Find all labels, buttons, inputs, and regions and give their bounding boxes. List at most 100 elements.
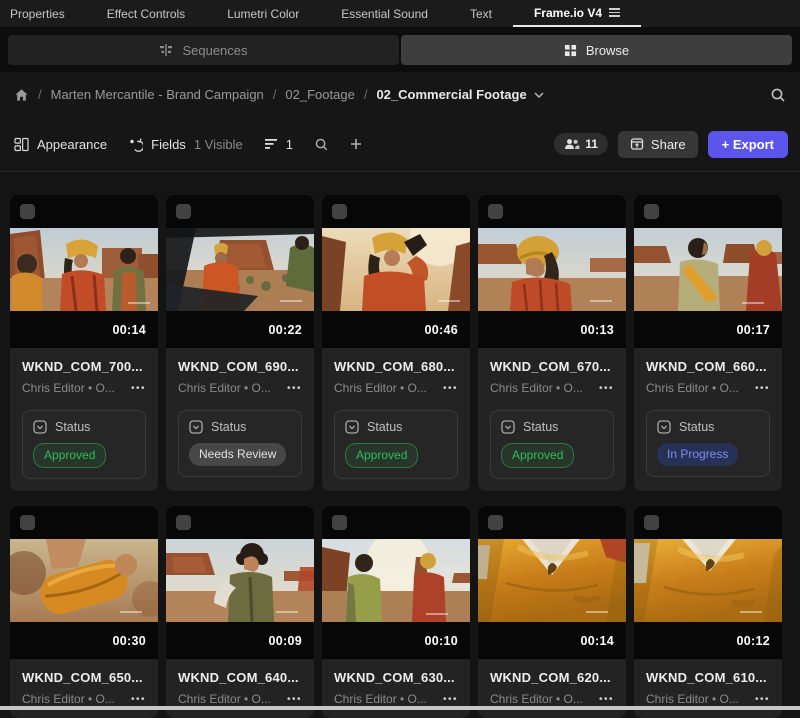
- clip-title[interactable]: WKND_COM_650...: [22, 670, 146, 685]
- clip-title[interactable]: WKND_COM_670...: [490, 359, 614, 374]
- clip-card[interactable]: 00:14 WKND_COM_620... Chris Editor • O..…: [478, 506, 626, 718]
- clip-info: WKND_COM_700... Chris Editor • O... ••• …: [10, 348, 158, 491]
- status-badge[interactable]: Approved: [345, 443, 418, 468]
- select-checkbox[interactable]: [644, 204, 659, 219]
- more-menu-button[interactable]: •••: [287, 694, 302, 705]
- fields-icon: [128, 137, 143, 152]
- media-top: [166, 506, 314, 539]
- select-checkbox[interactable]: [332, 515, 347, 530]
- select-checkbox[interactable]: [176, 204, 191, 219]
- clip-card[interactable]: 00:09 WKND_COM_640... Chris Editor • O..…: [166, 506, 314, 718]
- media-bottom: 00:30: [10, 622, 158, 659]
- clip-card[interactable]: 00:12 WKND_COM_610... Chris Editor • O..…: [634, 506, 782, 718]
- clip-duration: 00:30: [113, 634, 146, 648]
- video-thumbnail[interactable]: [322, 539, 470, 622]
- more-menu-button[interactable]: •••: [755, 383, 770, 394]
- status-badge[interactable]: In Progress: [657, 443, 738, 466]
- status-badge[interactable]: Needs Review: [189, 443, 286, 466]
- select-checkbox[interactable]: [644, 515, 659, 530]
- status-badge[interactable]: Approved: [33, 443, 106, 468]
- fields-visible-count: 1 Visible: [194, 137, 243, 152]
- select-checkbox[interactable]: [332, 204, 347, 219]
- panel-menu-icon[interactable]: [609, 8, 620, 17]
- select-checkbox[interactable]: [20, 515, 35, 530]
- more-menu-button[interactable]: •••: [599, 694, 614, 705]
- search-icon[interactable]: [770, 87, 786, 103]
- tab-lumetri-color[interactable]: Lumetri Color: [206, 0, 320, 27]
- clip-title[interactable]: WKND_COM_690...: [178, 359, 302, 374]
- clip-media: 00:30: [10, 506, 158, 659]
- search-filter-button[interactable]: [314, 137, 329, 152]
- sort-button[interactable]: 1: [264, 137, 293, 152]
- clip-title[interactable]: WKND_COM_640...: [178, 670, 302, 685]
- clip-card[interactable]: 00:10 WKND_COM_630... Chris Editor • O..…: [322, 506, 470, 718]
- tab-properties[interactable]: Properties: [8, 0, 86, 27]
- media-top: [478, 506, 626, 539]
- more-menu-button[interactable]: •••: [287, 383, 302, 394]
- browse-toolbar: Appearance Fields 1 Visible 1 11: [0, 117, 800, 172]
- status-field[interactable]: Status In Progress: [646, 410, 770, 477]
- more-menu-button[interactable]: •••: [599, 383, 614, 394]
- more-menu-button[interactable]: •••: [131, 694, 146, 705]
- clip-card[interactable]: 00:17 WKND_COM_660... Chris Editor • O..…: [634, 195, 782, 491]
- status-field[interactable]: Status Approved: [334, 410, 458, 479]
- status-badge[interactable]: Approved: [501, 443, 574, 468]
- clip-title[interactable]: WKND_COM_700...: [22, 359, 146, 374]
- video-thumbnail[interactable]: [322, 228, 470, 311]
- video-thumbnail[interactable]: [478, 539, 626, 622]
- video-thumbnail[interactable]: [166, 228, 314, 311]
- clip-title[interactable]: WKND_COM_630...: [334, 670, 458, 685]
- video-thumbnail[interactable]: [634, 539, 782, 622]
- export-button[interactable]: + Export: [708, 131, 788, 158]
- tab-essential-sound[interactable]: Essential Sound: [320, 0, 449, 27]
- status-field[interactable]: Status Approved: [22, 410, 146, 479]
- more-menu-button[interactable]: •••: [131, 383, 146, 394]
- clip-card[interactable]: 00:46 WKND_COM_680... Chris Editor • O..…: [322, 195, 470, 491]
- clip-media: 00:46: [322, 195, 470, 348]
- select-checkbox[interactable]: [488, 515, 503, 530]
- home-icon[interactable]: [14, 88, 29, 102]
- video-thumbnail[interactable]: [166, 539, 314, 622]
- video-thumbnail[interactable]: [10, 539, 158, 622]
- status-dropdown-icon: [657, 420, 671, 434]
- breadcrumb-project[interactable]: Marten Mercantile - Brand Campaign: [51, 87, 264, 102]
- browse-view-button[interactable]: Browse: [401, 35, 792, 65]
- video-thumbnail[interactable]: [478, 228, 626, 311]
- share-button[interactable]: Share: [618, 131, 698, 158]
- add-icon: [350, 138, 362, 150]
- select-checkbox[interactable]: [488, 204, 503, 219]
- clip-card[interactable]: 00:22 WKND_COM_690... Chris Editor • O..…: [166, 195, 314, 491]
- media-bottom: 00:10: [322, 622, 470, 659]
- status-field[interactable]: Status Approved: [490, 410, 614, 479]
- fields-button[interactable]: Fields 1 Visible: [128, 137, 243, 152]
- clip-duration: 00:14: [581, 634, 614, 648]
- clip-title[interactable]: WKND_COM_680...: [334, 359, 458, 374]
- clip-card[interactable]: 00:14 WKND_COM_700... Chris Editor • O..…: [10, 195, 158, 491]
- tab-effect-controls[interactable]: Effect Controls: [86, 0, 206, 27]
- clip-card[interactable]: 00:13 WKND_COM_670... Chris Editor • O..…: [478, 195, 626, 491]
- tab-frameio-v4[interactable]: Frame.io V4: [513, 0, 641, 27]
- video-thumbnail[interactable]: [10, 228, 158, 311]
- clip-title[interactable]: WKND_COM_660...: [646, 359, 770, 374]
- clip-title[interactable]: WKND_COM_610...: [646, 670, 770, 685]
- clip-media: 00:14: [478, 506, 626, 659]
- appearance-button[interactable]: Appearance: [14, 137, 107, 152]
- add-filter-button[interactable]: [350, 138, 362, 150]
- breadcrumb-folder[interactable]: 02_Footage: [285, 87, 354, 102]
- members-button[interactable]: 11: [554, 133, 608, 155]
- media-top: [166, 195, 314, 228]
- clip-card[interactable]: 00:30 WKND_COM_650... Chris Editor • O..…: [10, 506, 158, 718]
- video-thumbnail[interactable]: [634, 228, 782, 311]
- sequences-view-button[interactable]: Sequences: [8, 35, 399, 65]
- select-checkbox[interactable]: [176, 515, 191, 530]
- status-field[interactable]: Status Needs Review: [178, 410, 302, 477]
- clip-author: Chris Editor • O...: [22, 692, 115, 706]
- more-menu-button[interactable]: •••: [755, 694, 770, 705]
- clip-title[interactable]: WKND_COM_620...: [490, 670, 614, 685]
- status-field-label: Status: [211, 420, 246, 434]
- more-menu-button[interactable]: •••: [443, 383, 458, 394]
- tab-text[interactable]: Text: [449, 0, 513, 27]
- select-checkbox[interactable]: [20, 204, 35, 219]
- breadcrumb-current-folder[interactable]: 02_Commercial Footage: [376, 87, 543, 102]
- more-menu-button[interactable]: •••: [443, 694, 458, 705]
